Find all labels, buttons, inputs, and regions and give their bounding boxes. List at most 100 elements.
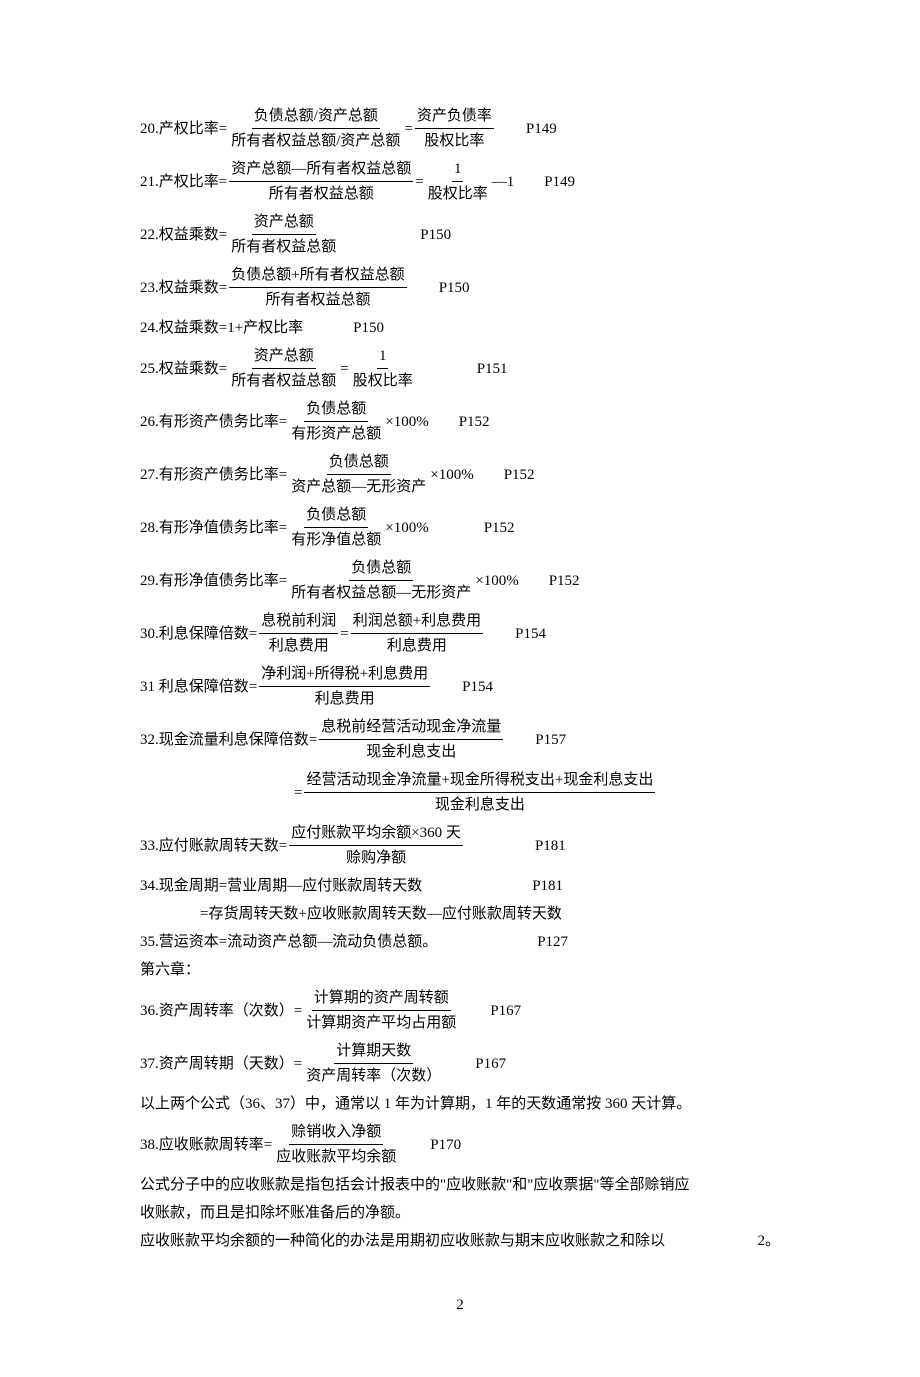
tail: 2。 [757,1229,780,1253]
formula-20: 20.产权比率= 负债总额/资产总额所有者权益总额/资产总额 = 资产负债率股权… [140,104,780,153]
page-ref: P149 [544,170,575,194]
fraction: 负债总额有形资产总额 [289,397,383,446]
label: 33.应付账款周转天数= [140,834,287,858]
label: 23.权益乘数= [140,276,227,300]
formula-31: 31 利息保障倍数= 净利润+所得税+利息费用利息费用 P154 [140,662,780,711]
page-ref: P154 [515,622,546,646]
formula-30: 30.利息保障倍数= 息税前利润利息费用 = 利润总额+利息费用利息费用 P15… [140,609,780,658]
page-ref: P150 [439,276,470,300]
page-ref: P152 [504,463,535,487]
formula-32: 32.现金流量利息保障倍数= 息税前经营活动现金净流量现金利息支出 P157 [140,715,780,764]
equals: = [294,781,302,805]
formula-22: 22.权益乘数= 资产总额所有者权益总额 P150 [140,210,780,259]
page-ref: P152 [459,410,490,434]
fraction: 负债总额有形净值总额 [289,503,383,552]
page-ref: P152 [549,569,580,593]
tail: ×100% [475,569,518,593]
fraction: 1股权比率 [351,344,415,393]
fraction: 负债总额/资产总额所有者权益总额/资产总额 [229,104,402,153]
page-ref: P170 [430,1133,461,1157]
label: 21.产权比率= [140,170,227,194]
label: 25.权益乘数= [140,357,227,381]
label: 28.有形净值债务比率= [140,516,287,540]
label: 22.权益乘数= [140,223,227,247]
page-ref: P149 [526,117,557,141]
label: 26.有形资产债务比率= [140,410,287,434]
tail: ×100% [385,516,428,540]
equals: = [404,117,412,141]
fraction: 计算期的资产周转额计算期资产平均占用额 [304,986,458,1035]
page-ref: P151 [477,357,508,381]
note-38a: 公式分子中的应收账款是指包括会计报表中的"应收账款"和"应收票据"等全部赊销应 [140,1173,780,1197]
label: 38.应收账款周转率= [140,1133,272,1157]
formula-32b: = 经营活动现金净流量+现金所得税支出+现金利息支出现金利息支出 [140,768,780,817]
tail: ×100% [385,410,428,434]
tail: ×100% [430,463,473,487]
fraction: 资产总额所有者权益总额 [229,344,338,393]
label: 31 利息保障倍数= [140,675,257,699]
chapter-6-heading: 第六章： [140,958,780,982]
formula-25: 25.权益乘数= 资产总额所有者权益总额 = 1股权比率 P151 [140,344,780,393]
page-ref: P181 [535,834,566,858]
page-ref: P154 [462,675,493,699]
text: 34.现金周期=营业周期—应付账款周转天数 [140,874,422,898]
equals: = [340,622,348,646]
formula-28: 28.有形净值债务比率= 负债总额有形净值总额 ×100% P152 [140,503,780,552]
fraction: 资产总额所有者权益总额 [229,210,338,259]
page-ref: P152 [484,516,515,540]
page-ref: P150 [353,316,384,340]
formula-37: 37.资产周转期（天数）= 计算期天数资产周转率（次数） P167 [140,1039,780,1088]
formula-21: 21.产权比率= 资产总额—所有者权益总额所有者权益总额 = 1股权比率 —1 … [140,157,780,206]
fraction: 息税前经营活动现金净流量现金利息支出 [319,715,503,764]
note-38c: 应收账款平均余额的一种简化的办法是用期初应收账款与期末应收账款之和除以 2。 [140,1229,780,1253]
page-ref: P167 [475,1052,506,1076]
fraction: 负债总额+所有者权益总额所有者权益总额 [229,263,406,312]
text: =存货周转天数+应收账款周转天数—应付账款周转天数 [200,902,562,926]
note-37: 以上两个公式（36、37）中，通常以 1 年为计算期，1 年的天数通常按 360… [140,1092,780,1116]
page-number: 2 [140,1293,780,1317]
label: 29.有形净值债务比率= [140,569,287,593]
formula-23: 23.权益乘数= 负债总额+所有者权益总额所有者权益总额 P150 [140,263,780,312]
formula-29: 29.有形净值债务比率= 负债总额所有者权益总额—无形资产 ×100% P152 [140,556,780,605]
fraction: 资产负债率股权比率 [415,104,494,153]
formula-35: 35.营运资本=流动资产总额—流动负债总额。 P127 [140,930,780,954]
label: 32.现金流量利息保障倍数= [140,728,317,752]
page-ref: P181 [532,874,563,898]
label: 24.权益乘数=1+产权比率 [140,316,303,340]
fraction: 应付账款平均余额×360 天赊购净额 [289,821,463,870]
fraction: 计算期天数资产周转率（次数） [304,1039,443,1088]
label: 27.有形资产债务比率= [140,463,287,487]
formula-33: 33.应付账款周转天数= 应付账款平均余额×360 天赊购净额 P181 [140,821,780,870]
equals: = [415,170,423,194]
fraction: 1股权比率 [426,157,490,206]
formula-38: 38.应收账款周转率= 赊销收入净额应收账款平均余额 P170 [140,1120,780,1169]
formula-36: 36.资产周转率（次数）= 计算期的资产周转额计算期资产平均占用额 P167 [140,986,780,1035]
formula-27: 27.有形资产债务比率= 负债总额资产总额—无形资产 ×100% P152 [140,450,780,499]
page-ref: P150 [420,223,451,247]
note-38b: 收账款，而且是扣除坏账准备后的净额。 [140,1201,780,1225]
fraction: 净利润+所得税+利息费用利息费用 [259,662,430,711]
fraction: 利润总额+利息费用利息费用 [351,609,483,658]
equals: = [340,357,348,381]
formula-34b: =存货周转天数+应收账款周转天数—应付账款周转天数 [140,902,780,926]
label: 20.产权比率= [140,117,227,141]
formula-34a: 34.现金周期=营业周期—应付账款周转天数 P181 [140,874,780,898]
label: 37.资产周转期（天数）= [140,1052,302,1076]
text: 35.营运资本=流动资产总额—流动负债总额。 [140,930,437,954]
fraction: 负债总额所有者权益总额—无形资产 [289,556,473,605]
fraction: 息税前利润利息费用 [259,609,338,658]
page-ref: P167 [490,999,521,1023]
text: 应收账款平均余额的一种简化的办法是用期初应收账款与期末应收账款之和除以 [140,1229,665,1253]
page-content: 20.产权比率= 负债总额/资产总额所有者权益总额/资产总额 = 资产负债率股权… [0,0,920,1377]
fraction: 赊销收入净额应收账款平均余额 [274,1120,398,1169]
fraction: 资产总额—所有者权益总额所有者权益总额 [229,157,413,206]
label: 36.资产周转率（次数）= [140,999,302,1023]
formula-26: 26.有形资产债务比率= 负债总额有形资产总额 ×100% P152 [140,397,780,446]
page-ref: P157 [535,728,566,752]
tail: —1 [492,170,515,194]
fraction: 负债总额资产总额—无形资产 [289,450,428,499]
page-ref: P127 [537,930,568,954]
label: 30.利息保障倍数= [140,622,257,646]
formula-24: 24.权益乘数=1+产权比率 P150 [140,316,780,340]
fraction: 经营活动现金净流量+现金所得税支出+现金利息支出现金利息支出 [304,768,655,817]
